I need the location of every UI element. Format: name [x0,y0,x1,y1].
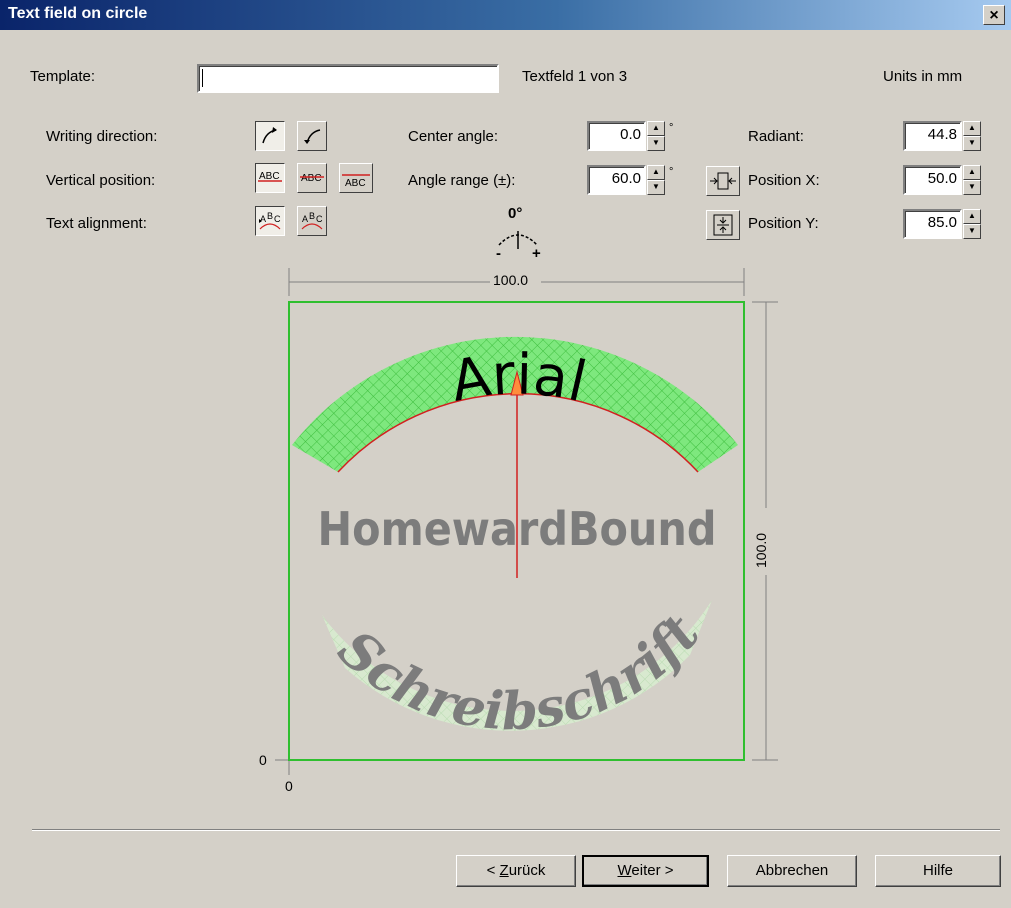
template-label: Template: [30,68,96,85]
next-button-mnemonic: W [617,862,632,879]
spin-down-icon[interactable]: ▼ [963,224,981,239]
angle-indicator-icon [498,231,538,249]
sample-text-homewardbound: HomewardBound [318,502,717,556]
fit-height-icon [713,214,733,236]
vpos-above-icon: ABC [258,171,282,182]
sample-text-schreibschrift: Schreibschrift [326,604,711,743]
spin-down-icon[interactable]: ▼ [647,180,665,195]
spin-up-icon[interactable]: ▲ [647,121,665,136]
center-angle-spinner[interactable]: ▲ ▼ [647,121,665,151]
fit-width-icon [710,172,736,190]
sample-text-arial: Arial [446,342,592,415]
baseline-arc [337,393,699,473]
text-caret [202,69,203,87]
back-button-rest: urück [508,862,546,879]
spin-down-icon[interactable]: ▼ [963,136,981,151]
svg-text:C: C [274,214,281,224]
preview-frame [288,301,745,761]
position-x-input[interactable]: 50.0 [903,165,962,195]
angle-range-label: Angle range (±): [408,172,516,189]
back-button-mnemonic: Z [499,862,509,879]
radiant-spinner[interactable]: ▲ ▼ [963,121,981,151]
writing-direction-ccw-icon [304,129,321,144]
width-dimension-label: 100.0 [493,272,529,288]
svg-text:C: C [316,214,323,224]
fit-height-button[interactable] [706,210,740,240]
svg-text:B: B [267,211,273,221]
cancel-button[interactable]: Abbrechen [727,855,857,887]
angle-range-degree: ° [669,166,674,178]
origin-x-label: 0 [285,778,293,794]
origin-y-label: 0 [259,752,267,768]
active-text-band [292,336,738,472]
svg-text:ABC: ABC [345,178,366,189]
radiant-label: Radiant: [748,128,804,145]
angle-indicator-minus: - [496,245,501,262]
center-angle-input[interactable]: 0.0 [587,121,646,151]
template-input[interactable] [197,64,499,93]
vpos-below-icon: ABC [342,174,370,189]
vpos-below-button[interactable]: ABC [339,163,373,193]
angle-indicator-plus: + [532,245,541,262]
center-angle-degree: ° [669,122,674,134]
angle-indicator: 0° - + [494,205,554,263]
center-angle-label: Center angle: [408,128,499,145]
spin-up-icon[interactable]: ▲ [647,165,665,180]
footer-separator [32,829,1000,831]
position-y-input[interactable]: 85.0 [903,209,962,239]
svg-text:A: A [260,214,266,224]
align-center-button[interactable]: A B C [297,206,327,236]
align-left-button[interactable]: A B C [255,206,285,236]
field-counter: Textfeld 1 von 3 [522,68,628,85]
next-button[interactable]: Weiter > [582,855,709,887]
text-alignment-label: Text alignment: [46,215,147,232]
vpos-above-button[interactable]: ABC [255,163,285,193]
inactive-text-band [322,600,712,731]
position-y-spinner[interactable]: ▲ ▼ [963,209,981,239]
align-left-icon: A B C [259,211,281,230]
origin-ticks [275,759,290,775]
vpos-center-button[interactable]: ABC [297,163,327,193]
back-button-prefix: < [486,862,500,879]
units-label: Units in mm [883,68,963,85]
writing-direction-label: Writing direction: [46,128,158,145]
svg-text:ABC: ABC [301,173,322,184]
writing-direction-cw-button[interactable] [255,121,285,151]
spin-up-icon[interactable]: ▲ [963,165,981,180]
vpos-center-icon: ABC [300,173,324,184]
position-x-spinner[interactable]: ▲ ▼ [963,165,981,195]
writing-direction-cw-icon [262,127,277,144]
help-button[interactable]: Hilfe [875,855,1001,887]
angle-range-input[interactable]: 60.0 [587,165,646,195]
svg-text:B: B [309,211,315,221]
position-y-label: Position Y: [748,215,819,232]
spin-up-icon[interactable]: ▲ [963,209,981,224]
align-center-icon: A B C [301,211,323,230]
height-dimension [752,301,778,761]
center-arrow-icon [510,370,524,396]
svg-text:A: A [302,214,308,224]
spin-down-icon[interactable]: ▼ [647,136,665,151]
radiant-input[interactable]: 44.8 [903,121,962,151]
spin-up-icon[interactable]: ▲ [963,121,981,136]
writing-direction-ccw-button[interactable] [297,121,327,151]
close-button[interactable]: × [983,5,1005,25]
next-button-rest: eiter > [631,862,674,879]
window-title: Text field on circle [8,5,148,22]
height-dimension-label: 100.0 [753,532,769,568]
vertical-position-label: Vertical position: [46,172,156,189]
title-bar: Text field on circle × [0,0,1011,30]
back-button[interactable]: < Zurück [456,855,576,887]
fit-width-button[interactable] [706,166,740,196]
angle-range-spinner[interactable]: ▲ ▼ [647,165,665,195]
spin-down-icon[interactable]: ▼ [963,180,981,195]
position-x-label: Position X: [748,172,820,189]
